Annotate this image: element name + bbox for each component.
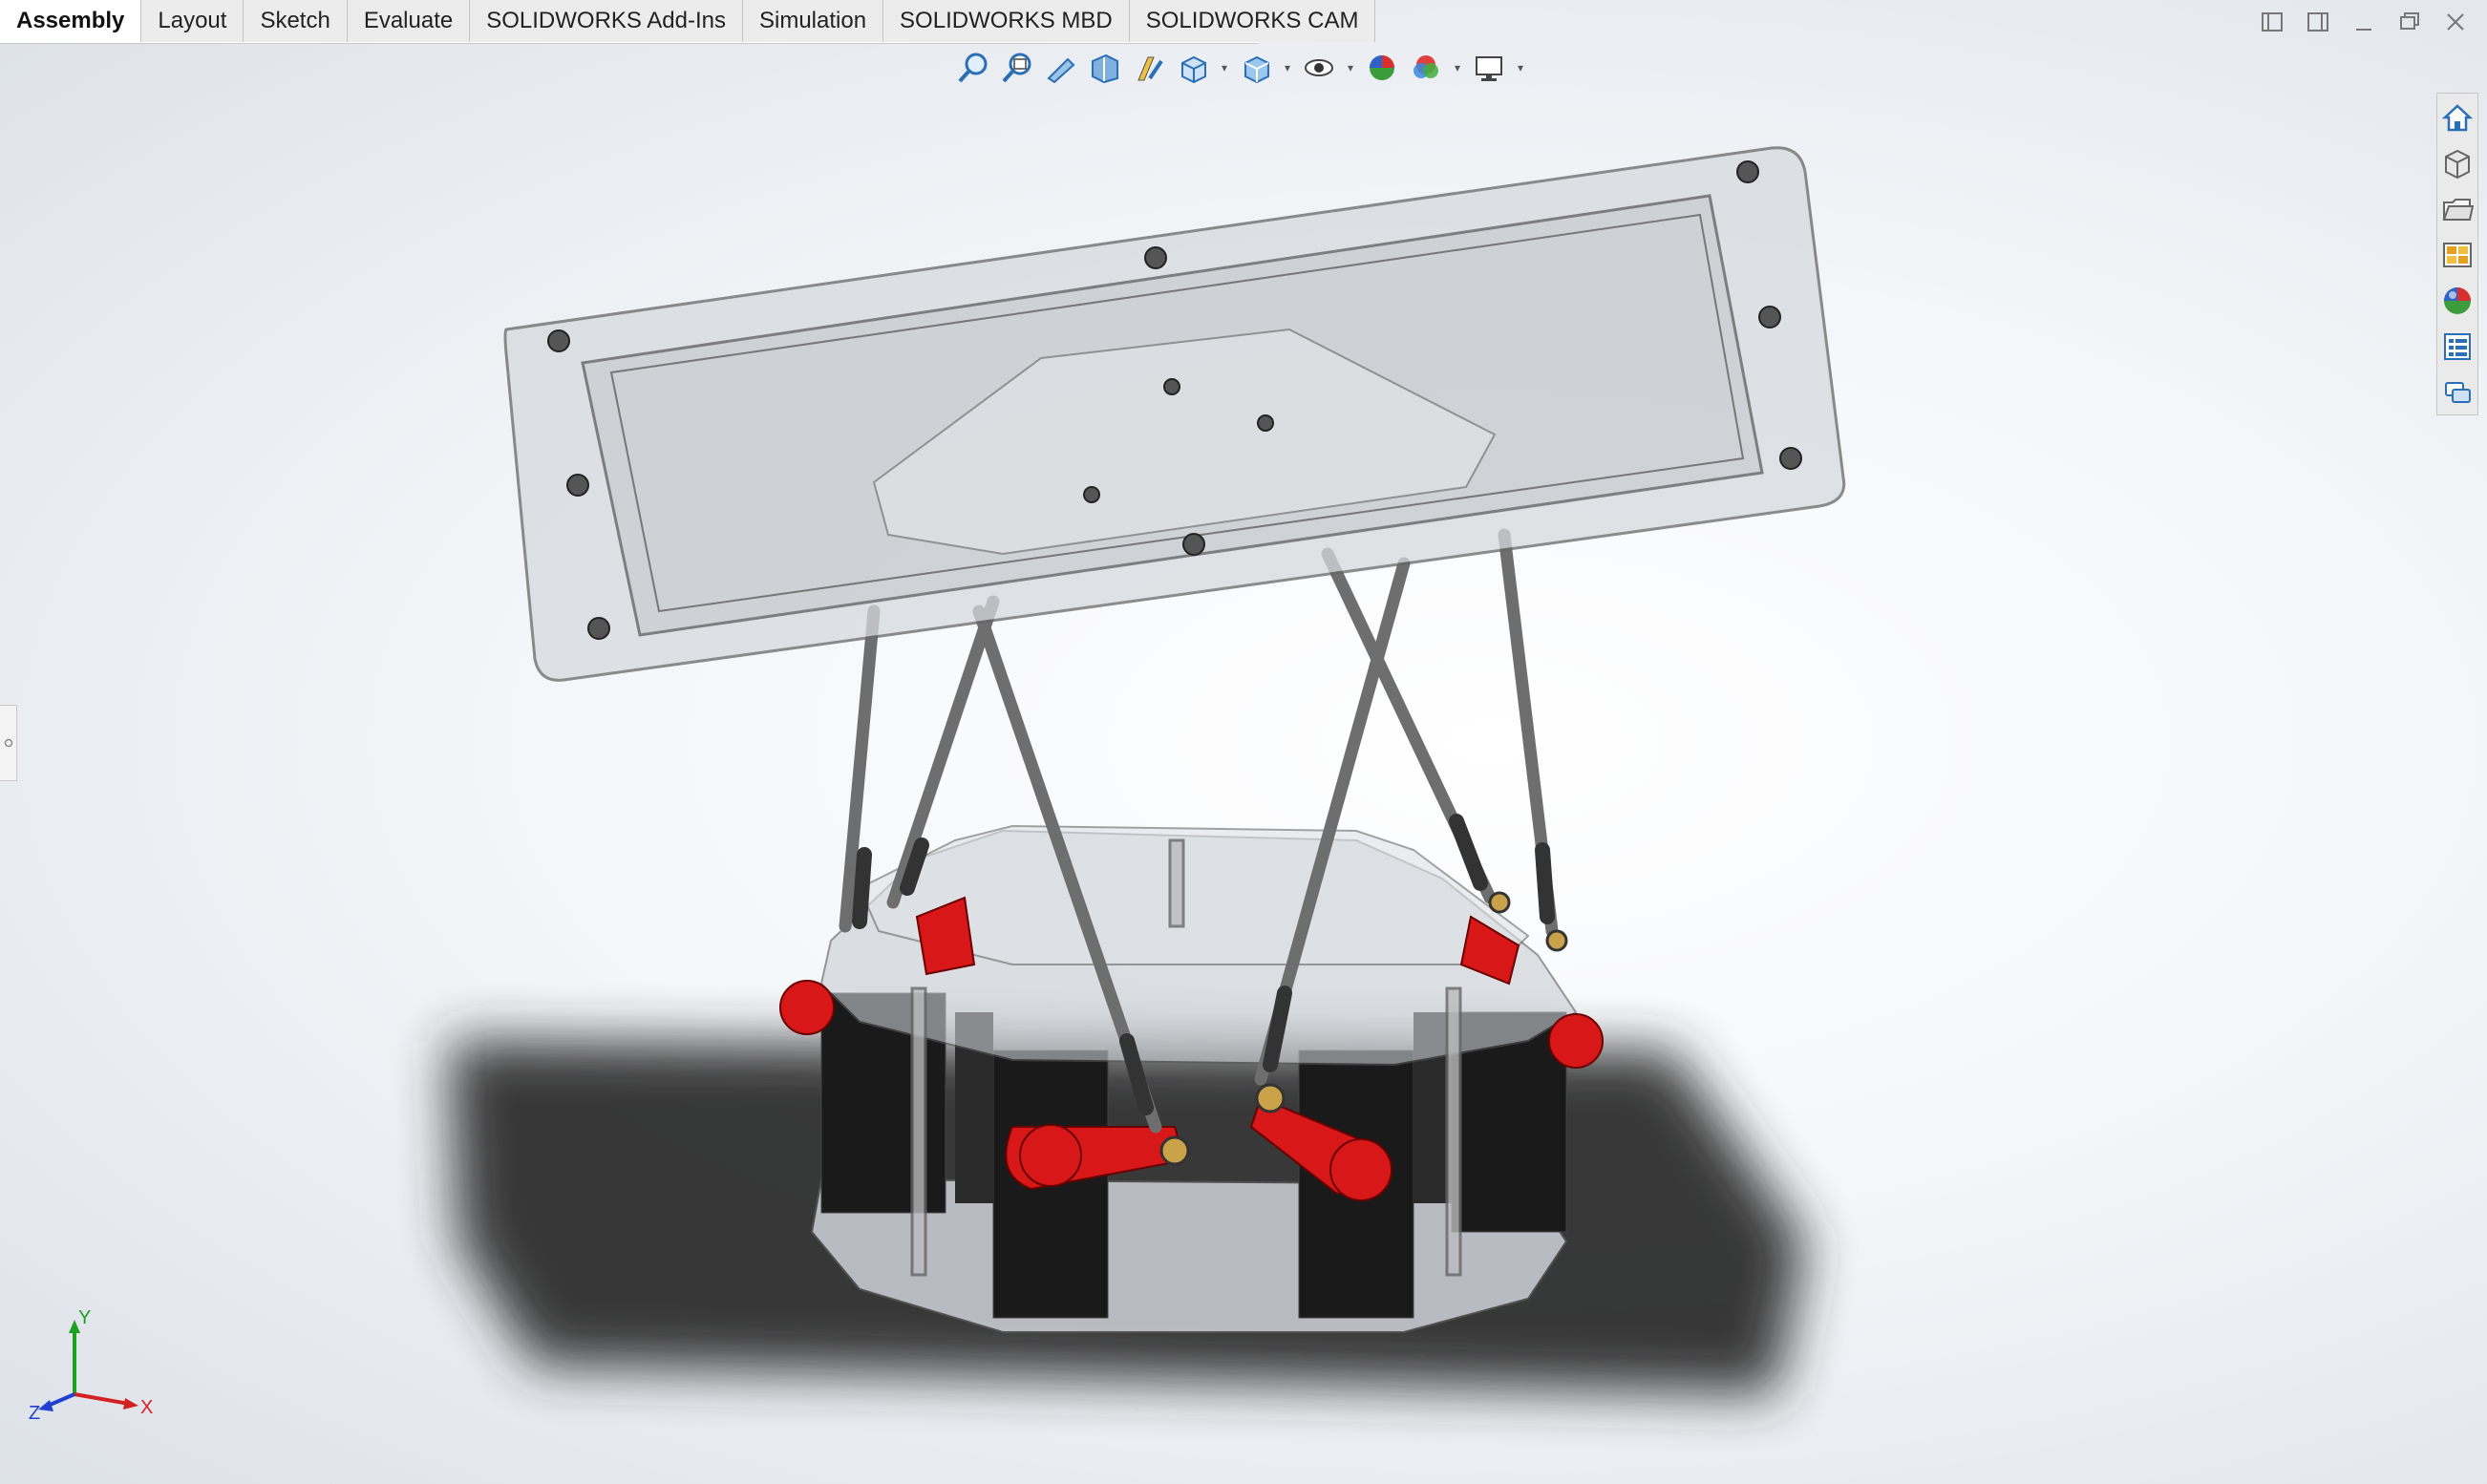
maximize-icon[interactable] <box>2395 8 2424 36</box>
zoom-to-fit-icon[interactable] <box>955 50 991 86</box>
tab-solidworks-cam[interactable]: SOLIDWORKS CAM <box>1129 0 1376 42</box>
minimize-icon[interactable] <box>2349 8 2378 36</box>
hide-show-dropdown-icon[interactable]: ▾ <box>1345 50 1356 86</box>
tab-solidworks-mbd[interactable]: SOLIDWORKS MBD <box>883 0 1130 42</box>
tab-layout[interactable]: Layout <box>141 0 244 42</box>
tab-assembly[interactable]: Assembly <box>0 0 142 42</box>
window-controls <box>2258 8 2470 36</box>
task-pane <box>2436 93 2478 415</box>
z-axis-label: Z <box>29 1403 40 1423</box>
top-platform <box>503 146 1846 682</box>
x-axis-label: X <box>140 1397 153 1418</box>
view-settings-dropdown-icon[interactable]: ▾ <box>1515 50 1526 86</box>
tab-simulation[interactable]: Simulation <box>742 0 884 42</box>
apply-scene-icon[interactable] <box>1408 50 1444 86</box>
custom-properties-icon[interactable] <box>2439 327 2476 367</box>
zoom-to-area-icon[interactable] <box>999 50 1035 86</box>
hide-show-icon[interactable] <box>1301 50 1337 86</box>
restore-left-icon[interactable] <box>2258 8 2286 36</box>
feature-manager-expand-handle[interactable] <box>0 705 17 781</box>
design-library-icon[interactable] <box>2439 143 2476 183</box>
display-style-dropdown-icon[interactable]: ▾ <box>1282 50 1293 86</box>
assembly-model[interactable] <box>0 0 2487 1484</box>
close-icon[interactable] <box>2441 8 2470 36</box>
appearances-icon[interactable] <box>2439 281 2476 321</box>
heads-up-view-toolbar: ▾ ▾ ▾ ▾ ▾ <box>955 46 1526 90</box>
edit-appearance-icon[interactable] <box>1364 50 1400 86</box>
reference-triad: Y X Z <box>29 1308 153 1423</box>
command-manager-tabs: Assembly Layout Sketch Evaluate SOLIDWOR… <box>0 0 1376 44</box>
expand-icon <box>4 738 12 748</box>
section-view-icon[interactable] <box>1087 50 1123 86</box>
forum-icon[interactable] <box>2439 372 2476 413</box>
file-explorer-icon[interactable] <box>2439 189 2476 229</box>
view-orientation-dropdown-icon[interactable]: ▾ <box>1219 50 1230 86</box>
display-style-icon[interactable] <box>1238 50 1274 86</box>
tab-sketch[interactable]: Sketch <box>244 0 348 42</box>
restore-right-icon[interactable] <box>2304 8 2332 36</box>
y-axis-label: Y <box>78 1308 91 1328</box>
apply-scene-dropdown-icon[interactable]: ▾ <box>1452 50 1463 86</box>
dynamic-annotation-icon[interactable] <box>1131 50 1167 86</box>
view-palette-icon[interactable] <box>2439 235 2476 275</box>
tab-solidworks-add-ins[interactable]: SOLIDWORKS Add-Ins <box>470 0 743 42</box>
view-orientation-icon[interactable] <box>1175 50 1211 86</box>
view-settings-icon[interactable] <box>1471 50 1507 86</box>
tab-evaluate[interactable]: Evaluate <box>347 0 471 42</box>
previous-view-icon[interactable] <box>1043 50 1079 86</box>
home-icon[interactable] <box>2439 97 2476 138</box>
